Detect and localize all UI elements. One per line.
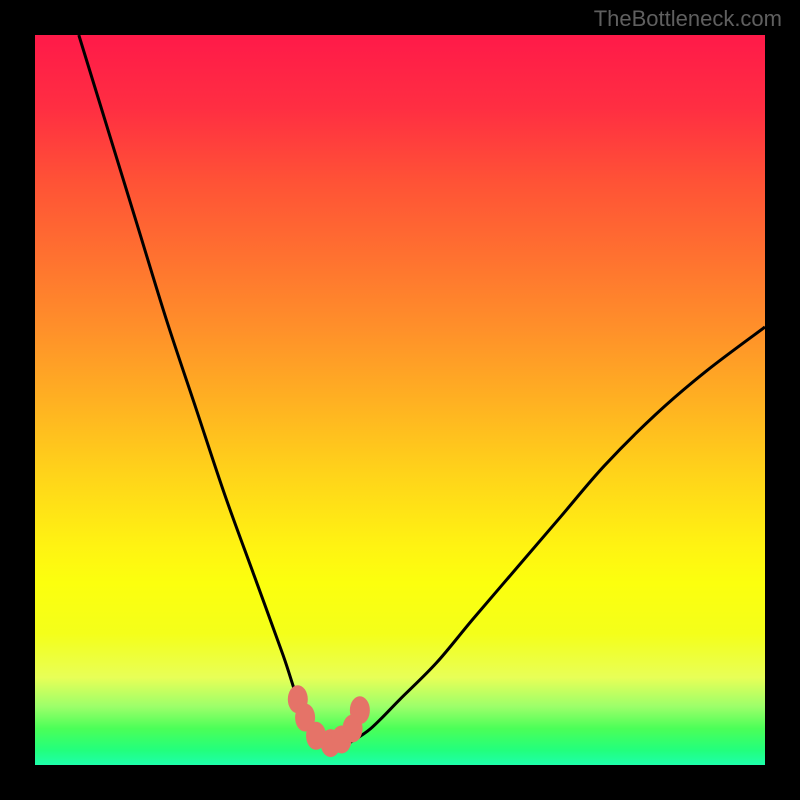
curve-right-path: [349, 327, 765, 743]
watermark-text: TheBottleneck.com: [594, 6, 782, 32]
chart-svg: [35, 35, 765, 765]
chart-plot-area: [35, 35, 765, 765]
curve-left-path: [79, 35, 327, 743]
curve-left-branch: [79, 35, 327, 743]
marker-dot: [350, 696, 370, 724]
curve-markers: [288, 685, 370, 757]
curve-right-branch: [349, 327, 765, 743]
